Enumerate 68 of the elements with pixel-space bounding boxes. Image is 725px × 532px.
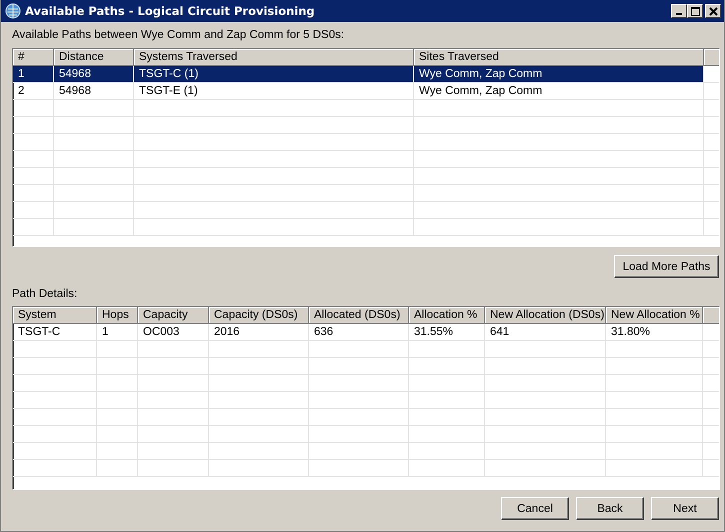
empty-cell [13,134,54,151]
empty-cell [97,443,138,460]
maximize-button[interactable] [687,4,703,18]
empty-cell [97,341,138,358]
globe-icon [5,3,21,19]
column-header[interactable]: Systems Traversed [134,49,414,66]
table-cell: 1 [97,324,138,341]
empty-cell [97,358,138,375]
table-cell: Wye Comm, Zap Comm [414,83,704,100]
table-cell: 31.80% [606,324,703,341]
empty-cell [138,426,209,443]
close-button[interactable] [705,4,721,18]
dialog-button[interactable]: Next [651,497,719,520]
dialog-button[interactable]: Back [576,497,644,520]
dialog-button[interactable]: Cancel [501,497,569,520]
empty-cell [13,185,54,202]
empty-cell [97,375,138,392]
table-cell: 2 [13,83,54,100]
empty-cell [138,409,209,426]
empty-cell [97,460,138,477]
column-header[interactable]: Distance [54,49,134,66]
empty-cell [97,409,138,426]
empty-cell [13,219,54,236]
table-cell: 54968 [54,83,134,100]
path-details-label: Path Details: [12,287,78,302]
table-row[interactable]: TSGT-C 1 OC003 2016 636 31.55% 641 31.80% [13,324,719,341]
window-title: Available Paths - Logical Circuit Provisioning [25,4,316,18]
table-cell: 54968 [54,66,134,83]
paths-label: Available Paths between Wye Comm and Zap Comm for 5 DS0s: [12,28,346,43]
table-cell: OC003 [138,324,209,341]
load-more-paths-button[interactable]: Load More Paths [614,255,719,278]
column-header[interactable]: System [13,307,97,324]
empty-cell [13,100,54,117]
close-icon [708,6,718,16]
maximize-icon [690,6,700,16]
empty-cell [138,460,209,477]
column-header[interactable]: Allocated (DS0s) [309,307,409,324]
table-cell: 1 [13,66,54,83]
empty-cell [13,168,54,185]
empty-cell [138,443,209,460]
table-cell: TSGT-E (1) [134,83,414,100]
empty-cell [13,117,54,134]
table-row[interactable]: 2 54968 TSGT-E (1) Wye Comm, Zap Comm [13,83,719,100]
empty-cell [138,375,209,392]
table-cell: 31.55% [409,324,485,341]
table-cell: Wye Comm, Zap Comm [414,66,704,83]
table-cell: 2016 [209,324,309,341]
column-header[interactable]: # [13,49,54,66]
minimize-button[interactable] [671,4,687,18]
empty-cell [13,202,54,219]
column-header[interactable]: Sites Traversed [414,49,704,66]
empty-cell [97,392,138,409]
column-header[interactable]: Capacity [138,307,209,324]
column-header[interactable]: Allocation % [409,307,485,324]
empty-cell [138,358,209,375]
column-header[interactable]: New Allocation % [606,307,703,324]
column-header[interactable]: Capacity (DS0s) [209,307,309,324]
empty-cell [138,392,209,409]
table-cell: 641 [485,324,606,341]
empty-cell [97,426,138,443]
empty-cell [13,151,54,168]
table-cell: TSGT-C (1) [134,66,414,83]
table-cell: 636 [309,324,409,341]
empty-cell [138,341,209,358]
table-row[interactable]: 1 54968 TSGT-C (1) Wye Comm, Zap Comm [13,66,719,83]
table-cell: TSGT-C [13,324,97,341]
column-header[interactable]: Hops [97,307,138,324]
column-header[interactable]: New Allocation (DS0s) [485,307,606,324]
